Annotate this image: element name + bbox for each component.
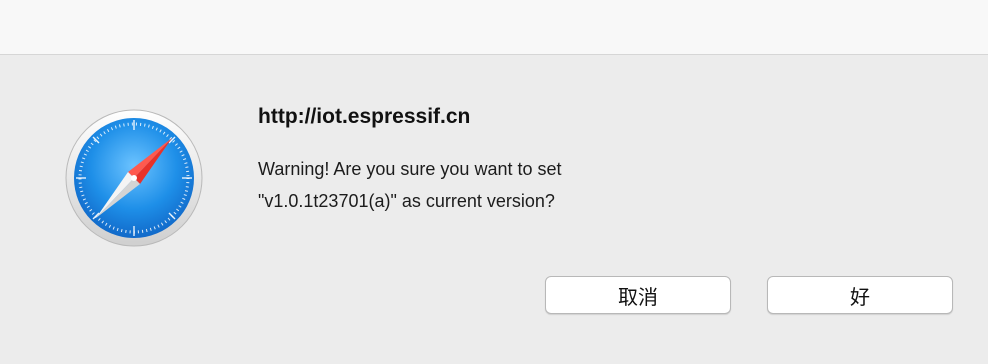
dialog-title: http://iot.espressif.cn [258,105,471,128]
ok-button[interactable]: 好 [767,276,953,314]
window-title-bar [0,0,988,55]
dialog-message: Warning! Are you sure you want to set "v… [258,153,562,217]
dialog-message-line-2: "v1.0.1t23701(a)" as current version? [258,191,555,211]
dialog-message-line-1: Warning! Are you sure you want to set [258,159,562,179]
safari-compass-icon [65,109,203,247]
alert-dialog: http://iot.espressif.cn Warning! Are you… [0,55,988,364]
cancel-button[interactable]: 取消 [545,276,731,314]
